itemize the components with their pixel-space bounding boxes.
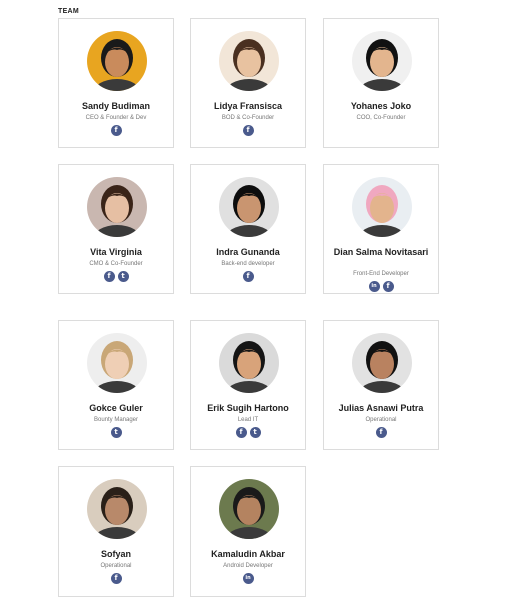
linkedin-icon[interactable]: in <box>368 281 380 292</box>
member-avatar <box>219 31 279 91</box>
member-role: COO, Co-Founder <box>356 115 406 121</box>
member-name: Lidya Fransisca <box>213 101 283 111</box>
member-role: Back-end developer <box>221 261 275 267</box>
facebook-icon[interactable]: f <box>242 125 254 136</box>
social-links: f <box>191 125 305 136</box>
member-role: Operational <box>100 563 132 569</box>
social-links: ft <box>191 427 305 438</box>
member-avatar <box>87 177 147 237</box>
member-name: Julias Asnawi Putra <box>338 403 424 413</box>
twitter-icon[interactable]: t <box>249 427 261 438</box>
member-role: Lead IT <box>237 417 259 423</box>
facebook-icon[interactable]: f <box>235 427 247 438</box>
social-links: t <box>59 427 173 438</box>
member-avatar <box>87 479 147 539</box>
team-member-card: Kamaludin Akbar Android Developer in <box>190 466 306 597</box>
member-name: Yohanes Joko <box>350 101 412 111</box>
social-links: in <box>191 573 305 584</box>
facebook-icon[interactable]: f <box>103 271 115 282</box>
facebook-icon[interactable]: f <box>242 271 254 282</box>
member-role: CEO & Founder & Dev <box>85 115 147 121</box>
member-avatar <box>352 177 412 237</box>
member-role: BOD & Co-Founder <box>221 115 275 121</box>
team-member-card: Lidya Fransisca BOD & Co-Founder f <box>190 18 306 148</box>
member-role: Operational <box>365 417 397 423</box>
member-name: Dian Salma Novitasari <box>333 247 429 257</box>
facebook-icon[interactable]: f <box>375 427 387 438</box>
team-member-card: Indra Gunanda Back-end developer f <box>190 164 306 294</box>
member-avatar <box>352 333 412 393</box>
team-member-card: Dian Salma Novitasari Front-End Developer… <box>323 164 439 294</box>
member-role: Bounty Manager <box>93 417 139 423</box>
member-avatar <box>87 333 147 393</box>
linkedin-icon[interactable]: in <box>242 573 254 584</box>
member-avatar <box>352 31 412 91</box>
twitter-icon[interactable]: t <box>117 271 129 282</box>
team-member-card: Sandy Budiman CEO & Founder & Dev f <box>58 18 174 148</box>
team-member-card: Yohanes Joko COO, Co-Founder <box>323 18 439 148</box>
section-title: TEAM <box>58 8 80 15</box>
social-links: f <box>324 427 438 438</box>
member-role: Android Developer <box>223 563 273 569</box>
team-member-card: Erik Sugih Hartono Lead IT f t <box>190 320 306 450</box>
member-name: Vita Virginia <box>90 247 142 257</box>
team-member-card: Julias Asnawi Putra Operational f <box>323 320 439 450</box>
member-name: Erik Sugih Hartono <box>207 403 289 413</box>
twitter-icon[interactable]: t <box>110 427 122 438</box>
member-name: Gokce Guler <box>89 403 143 413</box>
member-avatar <box>219 177 279 237</box>
member-role: Front-End Developer <box>353 271 409 277</box>
social-links: f <box>191 271 305 282</box>
social-links: f <box>59 125 173 136</box>
member-avatar <box>219 479 279 539</box>
social-links: f <box>59 573 173 584</box>
social-links: in f <box>324 281 438 292</box>
member-name: Sandy Budiman <box>81 101 150 111</box>
facebook-icon[interactable]: f <box>110 573 122 584</box>
member-avatar <box>87 31 147 91</box>
facebook-icon[interactable]: f <box>382 281 394 292</box>
member-name: Kamaludin Akbar <box>211 549 285 559</box>
member-avatar <box>219 333 279 393</box>
member-role: CMO & Co-Founder <box>89 261 143 267</box>
team-member-card: Gokce Guler Bounty Manager t <box>58 320 174 450</box>
member-name: Indra Gunanda <box>216 247 280 257</box>
team-member-card: Vita Virginia CMO & Co-Founder f t <box>58 164 174 294</box>
member-name: Sofyan <box>100 549 131 559</box>
facebook-icon[interactable]: f <box>110 125 122 136</box>
social-links: ft <box>59 271 173 282</box>
team-member-card: Sofyan Operational f <box>58 466 174 597</box>
